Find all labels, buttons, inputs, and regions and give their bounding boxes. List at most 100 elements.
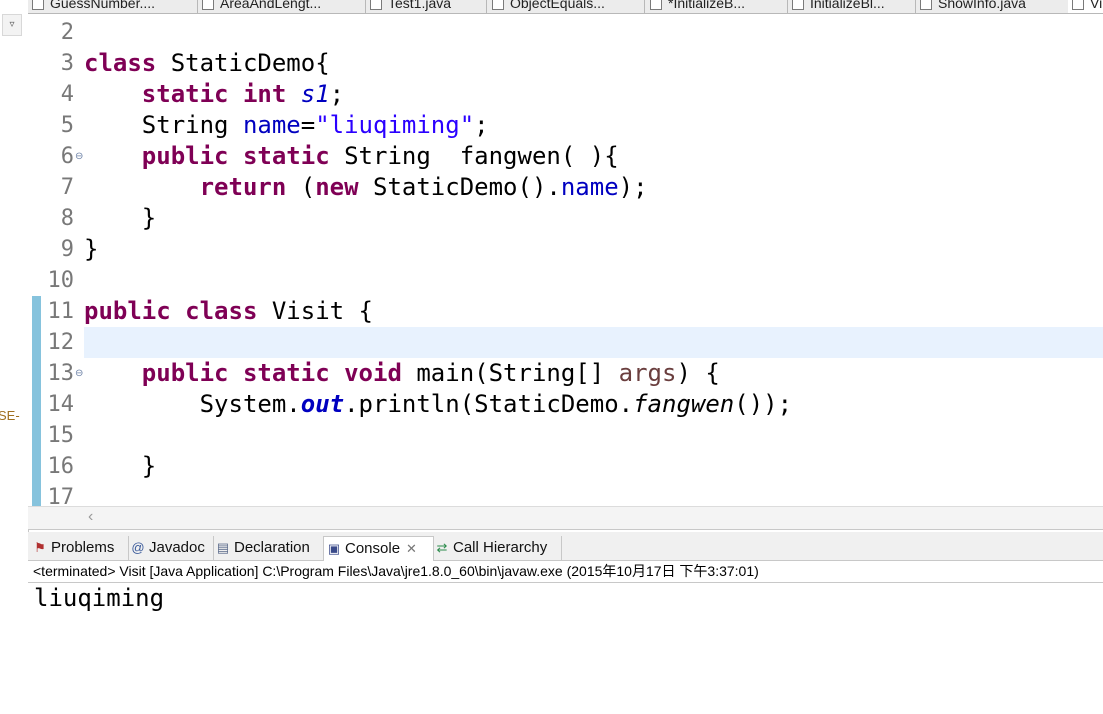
editor-tab-test1[interactable]: Test1.java xyxy=(366,0,487,13)
code-line[interactable]: public class Visit { xyxy=(84,296,1103,327)
code-token: = xyxy=(300,111,316,139)
console-output-area[interactable]: liuqiming xyxy=(28,583,1103,714)
tab-label: GuessNumber.... xyxy=(50,0,156,11)
line-number: 10 xyxy=(47,268,75,293)
code-token: fangwen xyxy=(633,390,735,418)
line-number: 13 xyxy=(47,361,75,386)
code-line[interactable]: class StaticDemo{ xyxy=(84,48,1103,79)
line-number: 3 xyxy=(60,51,74,76)
code-token: StaticDemo(). xyxy=(358,173,561,201)
code-line[interactable]: } xyxy=(84,203,1103,234)
code-token: class xyxy=(84,49,157,77)
javadoc-icon: @ xyxy=(131,540,145,555)
code-token: "liuqiming" xyxy=(315,111,475,139)
console-output-line: liuqiming xyxy=(34,584,165,612)
fold-toggle-icon[interactable]: ⊖ xyxy=(75,141,83,172)
package-explorer-strip: ▿ SE- xyxy=(0,0,29,714)
line-number: 2 xyxy=(60,20,74,45)
line-number: 12 xyxy=(47,330,75,355)
java-file-icon xyxy=(32,0,44,11)
java-file-icon xyxy=(202,0,214,11)
code-token: name xyxy=(560,173,619,201)
editor-tab-bar: GuessNumber.... AreaAndLengt... Test1.ja… xyxy=(28,0,1103,14)
line-number: 7 xyxy=(60,175,74,200)
code-token: out xyxy=(300,390,345,418)
view-menu-button[interactable]: ▿ xyxy=(2,14,22,36)
tab-declaration[interactable]: ▤ Declaration xyxy=(213,536,324,560)
tab-javadoc[interactable]: @ Javadoc xyxy=(128,536,214,560)
code-token: ; xyxy=(329,80,345,108)
editor-tab-initializeb-dirty[interactable]: *InitializeB... xyxy=(646,0,788,13)
scroll-left-icon[interactable]: ‹ xyxy=(88,508,93,526)
code-line[interactable]: static int s1; xyxy=(84,79,1103,110)
java-editor[interactable]: 2 3 4 5 6 ⊖ 7 8 9 10 11 12 13 ⊖ 14 15 16… xyxy=(28,14,1103,506)
code-token: new xyxy=(315,173,359,201)
line-number: 11 xyxy=(47,299,75,324)
call-hierarchy-icon: ⇄ xyxy=(436,540,448,555)
code-token: String xyxy=(84,111,243,139)
java-file-icon xyxy=(370,0,382,11)
code-line[interactable]: } xyxy=(84,234,1103,265)
line-number: 17 xyxy=(47,485,75,506)
code-line[interactable]: public static String fangwen( ){ xyxy=(84,141,1103,172)
tab-label: Call Hierarchy xyxy=(453,539,548,556)
tab-label: Vi xyxy=(1090,0,1103,11)
code-line[interactable] xyxy=(84,482,1103,506)
code-line[interactable]: System.out.println(StaticDemo.fangwen())… xyxy=(84,389,1103,420)
editor-tab-showinfo[interactable]: ShowInfo.java xyxy=(916,0,1069,13)
editor-tab-objectequals[interactable]: ObjectEquals... xyxy=(488,0,645,13)
tab-label: Declaration xyxy=(234,539,310,556)
tab-label: Test1.java xyxy=(388,0,452,11)
line-number: 8 xyxy=(60,206,74,231)
code-token: void xyxy=(344,359,402,387)
code-line[interactable] xyxy=(84,265,1103,296)
fold-toggle-icon[interactable]: ⊖ xyxy=(75,358,83,389)
line-number: 4 xyxy=(60,82,74,107)
editor-tab-visit[interactable]: Vi xyxy=(1068,0,1103,13)
code-line[interactable] xyxy=(84,17,1103,48)
truncated-tree-label: SE- xyxy=(0,408,20,423)
code-line[interactable]: return (new StaticDemo().name); xyxy=(84,172,1103,203)
line-number: 5 xyxy=(60,113,74,138)
code-line[interactable]: public static void main(String[] args) { xyxy=(84,358,1103,389)
code-token: static xyxy=(242,359,330,387)
tab-label: Problems xyxy=(51,539,115,556)
tab-console[interactable]: ▣ Console ✕ xyxy=(323,536,434,561)
line-number: 16 xyxy=(47,454,75,479)
code-token: name xyxy=(242,111,301,139)
code-token: .println(StaticDemo. xyxy=(344,390,634,418)
code-token: ( xyxy=(286,173,316,201)
java-file-icon xyxy=(1072,0,1084,11)
close-icon[interactable]: ✕ xyxy=(406,541,417,556)
declaration-icon: ▤ xyxy=(216,540,230,555)
code-token: ) { xyxy=(676,359,720,387)
editor-tab-areaandlength[interactable]: AreaAndLengt... xyxy=(198,0,366,13)
editor-horizontal-scrollbar[interactable]: ‹ xyxy=(28,506,1103,530)
code-token: args xyxy=(618,359,677,387)
problems-icon: ⚑ xyxy=(34,540,46,555)
code-line[interactable]: String name="liuqiming"; xyxy=(84,110,1103,141)
line-number: 9 xyxy=(60,237,74,262)
code-token: main(String[] xyxy=(401,359,619,387)
code-line[interactable]: } xyxy=(84,451,1103,482)
code-token: s1 xyxy=(300,80,330,108)
code-text-area[interactable]: class StaticDemo{ static int s1; String … xyxy=(84,14,1103,506)
java-file-icon xyxy=(492,0,504,11)
code-token: public xyxy=(84,297,171,325)
tab-label: Javadoc xyxy=(149,539,205,556)
tab-call-hierarchy[interactable]: ⇄ Call Hierarchy xyxy=(432,536,562,560)
code-line[interactable] xyxy=(84,420,1103,451)
code-token: ); xyxy=(618,173,648,201)
editor-tab-guessnumber[interactable]: GuessNumber.... xyxy=(28,0,198,13)
editor-tab-initializebl[interactable]: InitializeBl... xyxy=(788,0,916,13)
console-process-status: <terminated> Visit [Java Application] C:… xyxy=(28,561,1103,583)
tab-problems[interactable]: ⚑ Problems xyxy=(30,536,129,560)
code-line[interactable] xyxy=(84,327,1103,358)
code-token: } xyxy=(84,235,99,263)
